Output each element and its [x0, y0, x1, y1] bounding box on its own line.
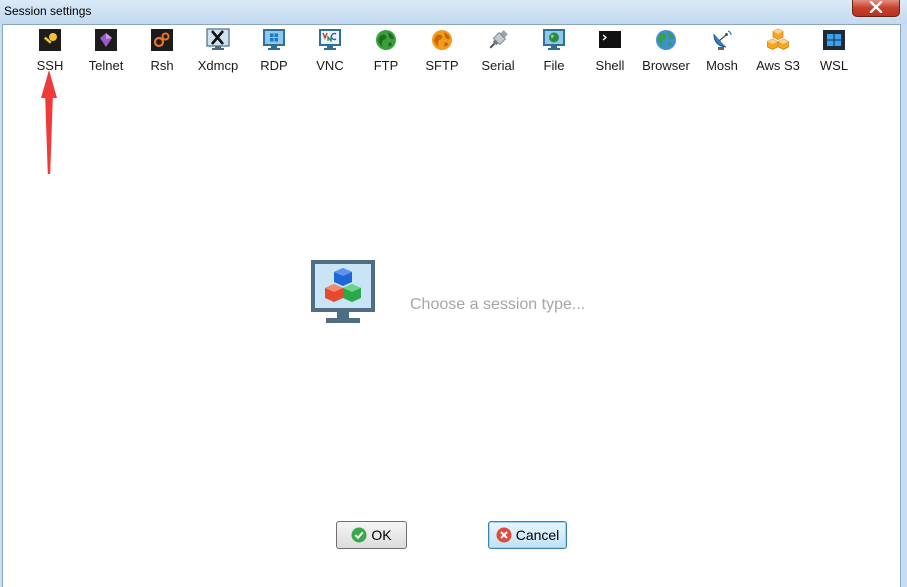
session-type-browser[interactable]: Browser [638, 26, 694, 96]
cancel-icon [496, 527, 512, 543]
cancel-button-label: Cancel [515, 527, 560, 543]
session-type-label: VNC [316, 58, 344, 73]
green-globe-icon [374, 28, 398, 52]
session-type-ftp[interactable]: FTP [358, 26, 414, 96]
session-type-label: Browser [642, 58, 690, 73]
ok-button[interactable]: OK [336, 521, 407, 549]
close-button[interactable] [852, 0, 900, 17]
windows-logo-icon [822, 28, 846, 52]
session-type-label: Xdmcp [197, 58, 239, 73]
gem-icon [94, 28, 118, 52]
session-type-vnc[interactable]: VNC [302, 26, 358, 96]
x-display-icon [206, 28, 230, 52]
globe-icon [654, 28, 678, 52]
windows-monitor-icon [262, 28, 286, 52]
title-bar: Session settings [0, 0, 907, 24]
session-type-shell[interactable]: Shell [582, 26, 638, 96]
session-type-label: Telnet [88, 58, 124, 73]
annotation-arrow [41, 70, 57, 174]
window-title: Session settings [4, 4, 92, 18]
cancel-button[interactable]: Cancel [488, 521, 567, 549]
gears-icon [150, 28, 174, 52]
cubes-icon [766, 28, 790, 52]
session-type-rsh[interactable]: Rsh [134, 26, 190, 96]
session-type-label: Serial [481, 58, 515, 73]
close-icon [869, 1, 883, 13]
session-monitor-icon [311, 260, 375, 323]
session-type-mosh[interactable]: Mosh [694, 26, 750, 96]
session-type-label: FTP [373, 58, 399, 73]
key-icon [38, 28, 62, 52]
session-type-label: Rsh [150, 58, 174, 73]
session-type-placeholder: Choose a session type... [308, 260, 585, 350]
ok-button-label: OK [371, 527, 392, 543]
serial-plug-icon [486, 28, 510, 52]
session-type-serial[interactable]: Serial [470, 26, 526, 96]
placeholder-text: Choose a session type... [410, 296, 586, 313]
session-type-aws-s3[interactable]: Aws S3 [750, 26, 806, 96]
satellite-dish-icon [710, 28, 734, 52]
session-type-label: WSL [819, 58, 849, 73]
check-icon [351, 527, 367, 543]
file-monitor-icon [542, 28, 566, 52]
session-type-label: SFTP [425, 58, 459, 73]
session-type-label: Aws S3 [756, 58, 800, 73]
session-type-rdp[interactable]: RDP [246, 26, 302, 96]
session-type-toolbar: SSH Telnet Rsh Xdmcp RDP VNC FTP SFTP Se… [22, 26, 862, 96]
vnc-monitor-icon [318, 28, 342, 52]
session-type-wsl[interactable]: WSL [806, 26, 862, 96]
session-type-file[interactable]: File [526, 26, 582, 96]
session-type-label: RDP [260, 58, 288, 73]
session-type-label: Shell [595, 58, 625, 73]
session-type-xdmcp[interactable]: Xdmcp [190, 26, 246, 96]
terminal-icon [598, 28, 622, 52]
session-type-telnet[interactable]: Telnet [78, 26, 134, 96]
session-type-label: Mosh [706, 58, 738, 73]
orange-globe-icon [430, 28, 454, 52]
session-type-label: File [543, 58, 565, 73]
session-type-sftp[interactable]: SFTP [414, 26, 470, 96]
